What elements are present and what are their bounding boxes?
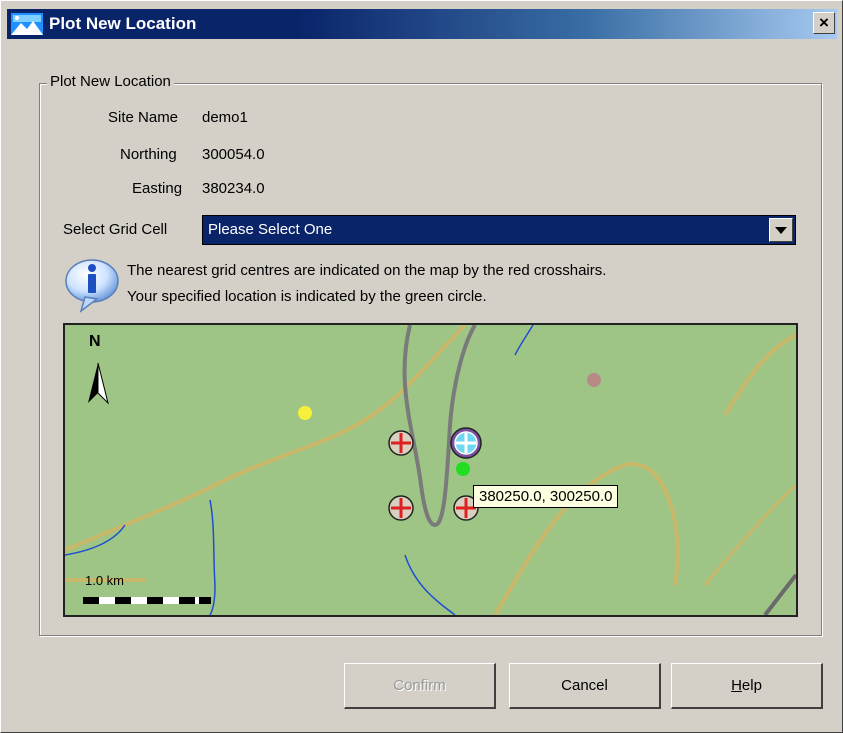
title-bar[interactable]: Plot New Location × xyxy=(7,9,837,39)
window-title: Plot New Location xyxy=(49,14,197,33)
grid-cell-selected-value: Please Select One xyxy=(208,221,333,238)
info-text-line-2: Your specified location is indicated by … xyxy=(127,288,487,305)
map-canvas xyxy=(65,325,796,615)
close-icon: × xyxy=(819,13,829,32)
grid-cell-select[interactable]: Please Select One xyxy=(202,215,796,245)
grid-cell-dropdown-button[interactable] xyxy=(769,218,793,242)
pink-point-marker xyxy=(587,373,601,387)
easting-label: Easting xyxy=(132,180,183,197)
help-mnemonic: H xyxy=(731,677,742,694)
northing-label: Northing xyxy=(120,146,177,163)
site-name-value: demo1 xyxy=(202,109,248,126)
dialog-window: Plot New Location × Plot New Location Si… xyxy=(0,0,843,733)
yellow-point-marker xyxy=(298,406,312,420)
close-button[interactable]: × xyxy=(813,12,835,34)
north-label: N xyxy=(89,333,101,350)
help-button-label: Help xyxy=(731,677,762,694)
specified-location-marker xyxy=(456,462,470,476)
info-text-line-1: The nearest grid centres are indicated o… xyxy=(127,262,607,279)
grid-crosshair-sw[interactable] xyxy=(388,495,414,521)
help-button[interactable]: Help xyxy=(671,663,823,709)
scale-label: 1.0 km xyxy=(85,573,125,588)
location-map[interactable]: N 1.0 km 380250.0, 300250.0 xyxy=(63,323,798,617)
info-icon xyxy=(65,259,119,313)
site-name-label: Site Name xyxy=(108,109,179,126)
grid-cell-label: Select Grid Cell xyxy=(63,221,168,238)
grid-crosshair-ne-selected[interactable] xyxy=(450,427,482,459)
coordinate-tooltip: 380250.0, 300250.0 xyxy=(473,485,619,508)
confirm-button[interactable]: Confirm xyxy=(344,663,496,709)
chevron-down-icon xyxy=(775,227,787,234)
window-app-icon xyxy=(11,13,43,35)
grid-crosshair-nw[interactable] xyxy=(388,430,414,456)
easting-value: 380234.0 xyxy=(202,180,265,197)
help-rest: elp xyxy=(741,677,762,694)
scale-bar xyxy=(83,597,211,604)
northing-value: 300054.0 xyxy=(202,146,265,163)
cancel-button[interactable]: Cancel xyxy=(509,663,661,709)
group-title: Plot New Location xyxy=(47,73,174,90)
